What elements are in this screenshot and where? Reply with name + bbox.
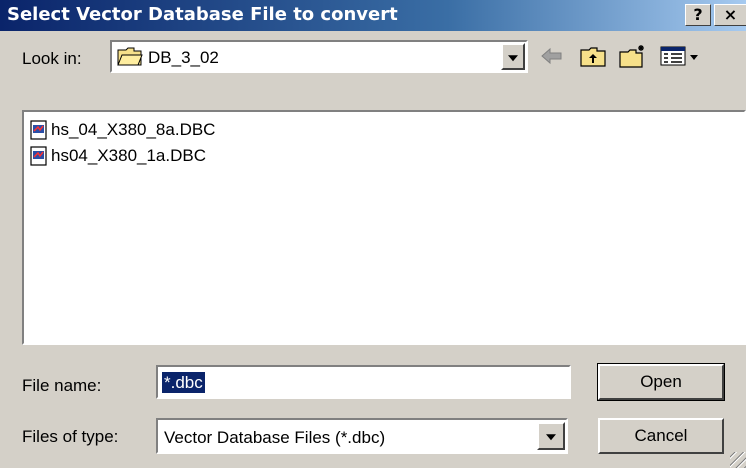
list-item[interactable]: hs04_X380_1a.DBC [30,144,206,168]
back-arrow-icon[interactable] [536,43,566,69]
files-of-type-label: Files of type: [22,427,119,446]
chevron-down-icon [508,54,518,61]
help-button[interactable]: ? [685,4,711,26]
look-in-dropdown[interactable]: DB_3_02 [110,40,528,73]
folder-icon [117,47,143,66]
file-name-text: hs04_X380_1a.DBC [51,146,207,165]
dbc-file-icon [30,146,47,166]
up-one-level-icon[interactable] [578,43,608,69]
file-name-label: File name: [22,376,102,395]
files-of-type-dropdown-button[interactable] [537,422,565,450]
file-name-input[interactable]: *.dbc [156,365,571,399]
look-in-value: DB_3_02 [148,48,219,67]
dialog-title: Select Vector Database File to convert [7,4,398,25]
cancel-button[interactable]: Cancel [598,418,724,454]
open-button[interactable]: Open [597,363,725,401]
chevron-down-icon [546,434,556,441]
files-of-type-value: Vector Database Files (*.dbc) [164,428,386,447]
file-name-value: *.dbc [162,372,205,393]
file-list[interactable]: hs_04_X380_8a.DBC hs04_X380_1a.DBC [22,110,746,345]
close-button[interactable]: × [714,4,746,26]
look-in-dropdown-button[interactable] [501,43,525,70]
create-new-folder-icon[interactable] [618,43,648,69]
title-bar[interactable]: Select Vector Database File to convert ?… [0,0,746,31]
files-of-type-dropdown[interactable]: Vector Database Files (*.dbc) [156,418,568,454]
file-name-text: hs_04_X380_8a.DBC [51,120,216,139]
look-in-label: Look in: [22,49,82,68]
list-item[interactable]: hs_04_X380_8a.DBC [30,118,215,142]
view-menu-icon[interactable] [658,43,704,69]
open-file-dialog: Select Vector Database File to convert ?… [0,0,746,468]
dbc-file-icon [30,120,47,140]
resize-grip[interactable] [730,452,746,468]
